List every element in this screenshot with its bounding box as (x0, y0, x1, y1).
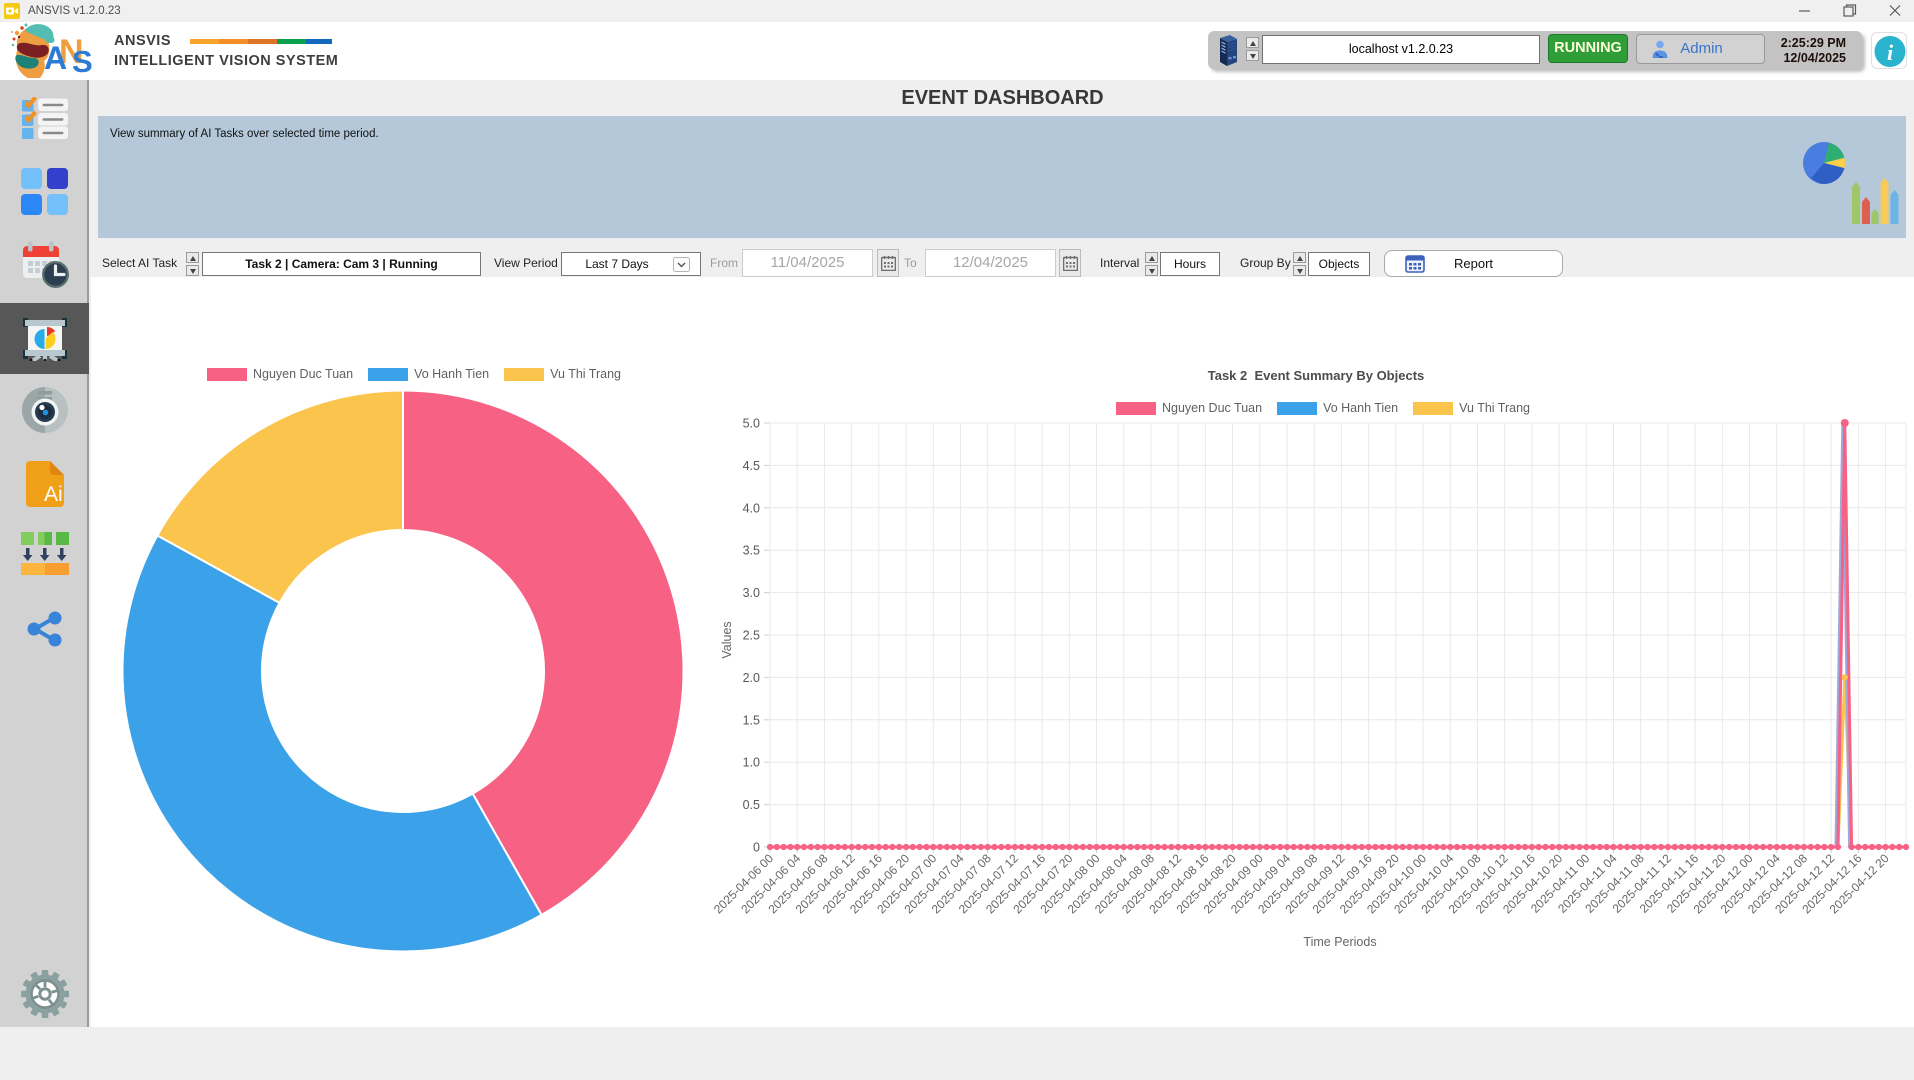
svg-text:1.0: 1.0 (743, 756, 760, 770)
svg-text:4.0: 4.0 (743, 501, 760, 515)
svg-text:4.5: 4.5 (743, 459, 760, 473)
svg-text:3.0: 3.0 (743, 586, 760, 600)
svg-text:Values: Values (720, 621, 734, 658)
svg-text:3.5: 3.5 (743, 544, 760, 558)
svg-text:2.0: 2.0 (743, 671, 760, 685)
svg-text:Time Periods: Time Periods (1303, 935, 1376, 949)
svg-text:0: 0 (753, 841, 760, 855)
svg-text:2.5: 2.5 (743, 629, 760, 643)
svg-text:5.0: 5.0 (743, 417, 760, 431)
svg-text:1.5: 1.5 (743, 713, 760, 727)
svg-text:0.5: 0.5 (743, 798, 760, 812)
